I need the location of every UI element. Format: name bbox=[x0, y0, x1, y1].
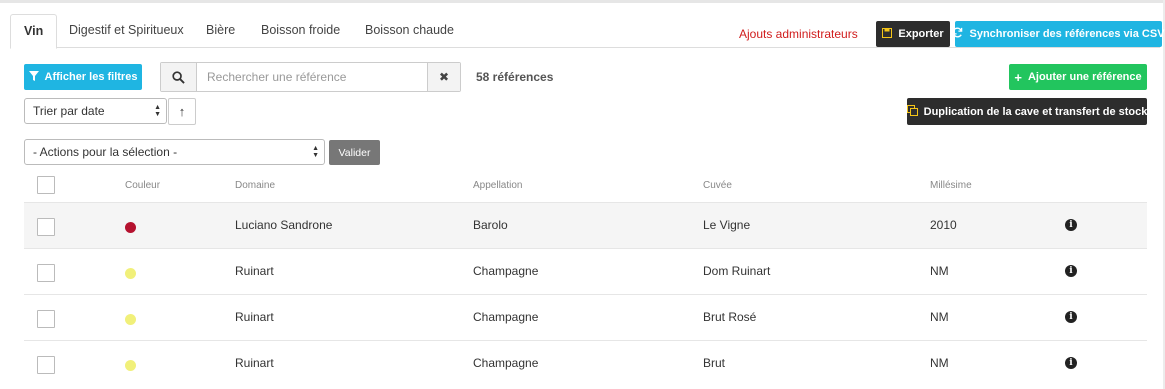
tab-vin[interactable]: Vin bbox=[10, 14, 58, 49]
cell-domaine: Ruinart bbox=[235, 264, 274, 278]
tab-boisson-froide[interactable]: Boisson froide bbox=[248, 14, 353, 48]
add-reference-label: Ajouter une référence bbox=[1027, 71, 1142, 83]
wine-color-dot bbox=[125, 360, 136, 371]
export-button[interactable]: Exporter bbox=[876, 21, 950, 47]
table-row[interactable]: Ruinart Champagne Brut Rosé NM i bbox=[24, 294, 1147, 340]
wine-color-dot bbox=[125, 314, 136, 325]
row-checkbox[interactable] bbox=[37, 264, 55, 282]
sort-select-value: Trier par date bbox=[33, 104, 105, 118]
cell-appellation: Champagne bbox=[473, 356, 539, 370]
duplicate-cellar-button[interactable]: Duplication de la cave et transfert de s… bbox=[906, 98, 1148, 125]
cell-millesime: NM bbox=[930, 310, 949, 324]
cell-domaine: Luciano Sandrone bbox=[235, 218, 333, 232]
sort-select[interactable]: Trier par date ▲ ▼ bbox=[24, 98, 167, 124]
floppy-disk-icon bbox=[882, 27, 893, 41]
bulk-actions-value: - Actions pour la sélection - bbox=[33, 145, 178, 159]
cell-millesime: 2010 bbox=[930, 218, 957, 232]
plus-icon: + bbox=[1014, 69, 1022, 85]
search-input[interactable] bbox=[197, 63, 427, 91]
table-row[interactable]: Ruinart Champagne Dom Ruinart NM i bbox=[24, 248, 1147, 294]
show-filters-label: Afficher les filtres bbox=[44, 71, 138, 83]
row-checkbox[interactable] bbox=[37, 356, 55, 374]
tab-boisson-chaude[interactable]: Boisson chaude bbox=[352, 14, 467, 48]
sync-icon bbox=[952, 27, 963, 41]
bulk-actions-select[interactable]: - Actions pour la sélection - ▲ ▼ bbox=[24, 139, 325, 165]
duplicate-cellar-label: Duplication de la cave et transfert de s… bbox=[923, 105, 1148, 118]
table-row[interactable]: Luciano Sandrone Barolo Le Vigne 2010 i bbox=[24, 202, 1147, 248]
copy-icon bbox=[906, 104, 918, 119]
top-border bbox=[0, 0, 1165, 3]
column-domaine: Domaine bbox=[235, 180, 276, 191]
cell-cuvee: Brut bbox=[703, 356, 726, 370]
cell-appellation: Champagne bbox=[473, 264, 539, 278]
cell-cuvee: Le Vigne bbox=[703, 218, 751, 232]
column-appellation: Appellation bbox=[473, 180, 523, 191]
table-row[interactable]: Ruinart Champagne Brut NM i bbox=[24, 340, 1147, 386]
clear-search-icon[interactable]: ✖ bbox=[427, 63, 460, 91]
info-icon[interactable]: i bbox=[1065, 265, 1077, 277]
row-checkbox[interactable] bbox=[37, 310, 55, 328]
info-icon[interactable]: i bbox=[1065, 357, 1077, 369]
select-arrows-icon: ▲ ▼ bbox=[312, 145, 319, 159]
wine-color-dot bbox=[125, 222, 136, 233]
reference-count: 58 références bbox=[476, 70, 554, 84]
cell-appellation: Champagne bbox=[473, 310, 539, 324]
column-couleur: Couleur bbox=[125, 180, 161, 191]
tab-digestif-spiritueux[interactable]: Digestif et Spiritueux bbox=[56, 14, 197, 48]
sync-csv-button[interactable]: Synchroniser des références via CSV bbox=[952, 21, 1165, 47]
add-reference-button[interactable]: + Ajouter une référence bbox=[1009, 64, 1147, 90]
select-arrows-icon: ▲ ▼ bbox=[154, 104, 161, 118]
table-header: Couleur Domaine Appellation Cuvée Millés… bbox=[24, 172, 1147, 202]
validate-button[interactable]: Valider bbox=[329, 140, 380, 165]
cell-appellation: Barolo bbox=[473, 218, 508, 232]
cell-millesime: NM bbox=[930, 264, 949, 278]
cell-cuvee: Brut Rosé bbox=[703, 310, 757, 324]
column-millesime: Millésime bbox=[930, 180, 972, 191]
search-icon bbox=[161, 63, 197, 91]
sort-direction-button[interactable]: ↑ bbox=[168, 98, 196, 125]
search-group: ✖ bbox=[160, 62, 461, 92]
column-cuvee: Cuvée bbox=[703, 180, 732, 191]
info-icon[interactable]: i bbox=[1065, 219, 1077, 231]
sync-csv-label: Synchroniser des références via CSV bbox=[969, 28, 1165, 40]
filter-icon bbox=[28, 70, 39, 84]
cell-domaine: Ruinart bbox=[235, 310, 274, 324]
export-label: Exporter bbox=[898, 28, 944, 40]
select-all-checkbox[interactable] bbox=[37, 176, 55, 194]
cell-domaine: Ruinart bbox=[235, 356, 274, 370]
wine-color-dot bbox=[125, 268, 136, 279]
cell-millesime: NM bbox=[930, 356, 949, 370]
tab-biere[interactable]: Bière bbox=[193, 14, 248, 48]
row-checkbox[interactable] bbox=[37, 218, 55, 236]
admin-additions-link[interactable]: Ajouts administrateurs bbox=[739, 27, 858, 41]
show-filters-button[interactable]: Afficher les filtres bbox=[24, 64, 142, 90]
info-icon[interactable]: i bbox=[1065, 311, 1077, 323]
cell-cuvee: Dom Ruinart bbox=[703, 264, 771, 278]
arrow-up-icon: ↑ bbox=[178, 104, 186, 119]
